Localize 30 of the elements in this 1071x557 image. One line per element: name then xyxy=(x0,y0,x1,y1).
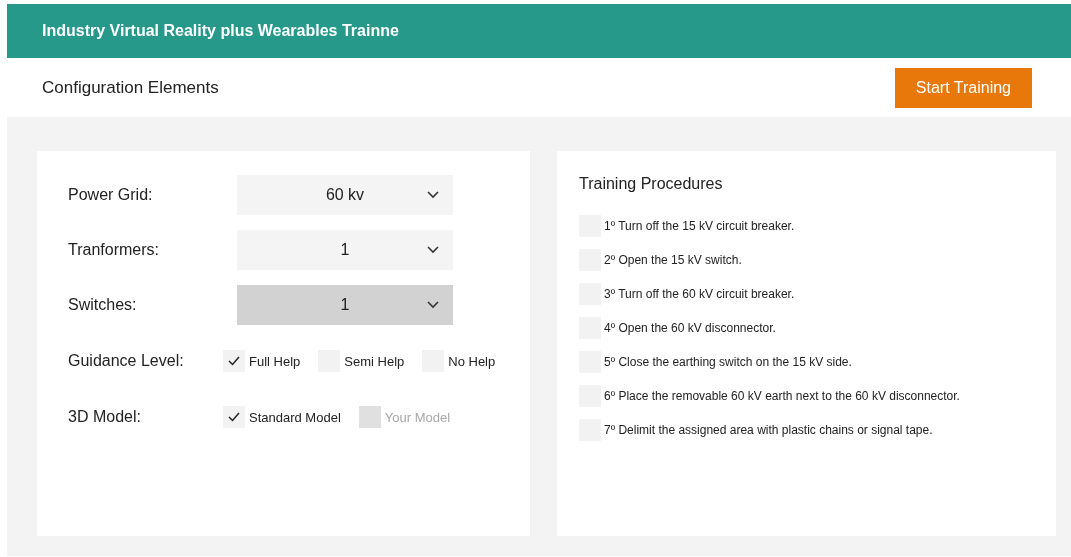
chevron-down-icon xyxy=(427,245,439,254)
procedure-step: 5º Close the earthing switch on the 15 kV side. xyxy=(604,355,852,369)
field-label: Switches: xyxy=(68,295,138,314)
app-title: Industry Virtual Reality plus Wearables Trainne xyxy=(42,22,399,40)
field-label: Guidance Level: xyxy=(68,352,185,370)
procedure-step: 2º Open the 15 kV switch. xyxy=(604,253,742,267)
dropdown[interactable]: 1 xyxy=(237,284,453,325)
procedure-step: 7º Delimit the assigned area with plastic chains or signal tape. xyxy=(604,423,933,437)
check-icon xyxy=(228,356,240,366)
procedure-step: 4º Open the 60 kV disconnector. xyxy=(604,321,776,335)
checkbox-label: Standard Model xyxy=(249,409,341,425)
dropdown[interactable]: 1 xyxy=(237,229,453,270)
card-title: Training Procedures xyxy=(579,175,724,193)
section-title: Configuration Elements xyxy=(42,77,219,98)
field-label: Power Grid: xyxy=(68,185,154,204)
checkbox-label: No Help xyxy=(448,353,496,369)
checkbox-label: Semi Help xyxy=(344,353,405,369)
field-label: 3D Model: xyxy=(68,408,142,426)
procedure-step: 6º Place the removable 60 kV earth next to the 60 kV disconnector. xyxy=(604,389,960,403)
procedure-step: 1º Turn off the 15 kV circuit breaker. xyxy=(604,219,795,233)
check-icon xyxy=(228,412,240,422)
field-label: Tranformers: xyxy=(68,240,160,259)
chevron-down-icon xyxy=(427,190,439,199)
checkbox[interactable] xyxy=(223,350,245,372)
procedure-step: 3º Turn off the 60 kV circuit breaker. xyxy=(604,287,795,301)
checkbox-label: Full Help xyxy=(249,353,301,369)
checkbox[interactable] xyxy=(223,406,245,428)
chevron-down-icon xyxy=(427,300,439,309)
checkbox-label: Your Model xyxy=(384,409,451,425)
dropdown[interactable]: 60 kv xyxy=(237,174,453,215)
